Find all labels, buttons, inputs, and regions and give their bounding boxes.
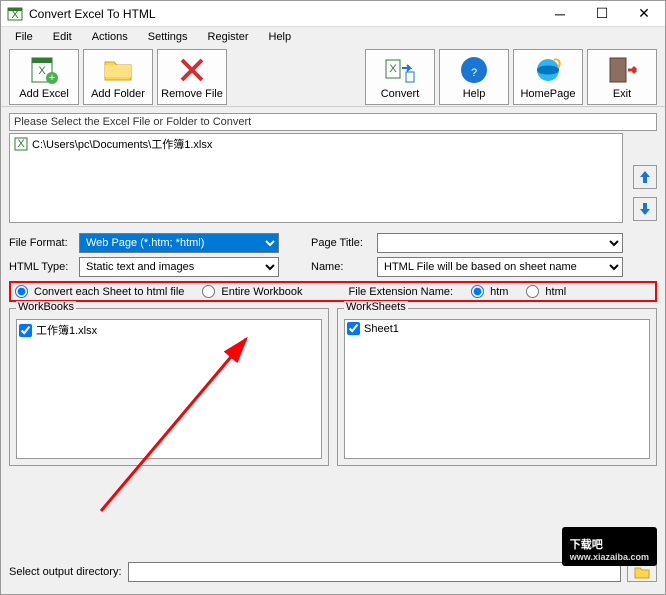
each-sheet-radio[interactable]: Convert each Sheet to html file	[15, 285, 184, 298]
htm-label: htm	[490, 286, 508, 298]
worksheet-checkbox[interactable]	[347, 322, 360, 335]
help-label: Help	[463, 88, 486, 100]
output-dir-row: Select output directory:	[9, 562, 657, 582]
htm-radio[interactable]: htm	[471, 285, 508, 298]
homepage-label: HomePage	[520, 88, 575, 100]
workbook-checkbox[interactable]	[19, 324, 32, 337]
page-title-label: Page Title:	[311, 237, 371, 249]
file-format-select[interactable]: Web Page (*.htm; *html)	[79, 233, 279, 253]
file-row[interactable]: X C:\Users\pc\Documents\工作簿1.xlsx	[10, 134, 622, 154]
svg-text:X: X	[17, 138, 25, 150]
name-select[interactable]: HTML File will be based on sheet name	[377, 257, 623, 277]
html-type-label: HTML Type:	[9, 261, 73, 273]
instruction-label: Please Select the Excel File or Folder t…	[9, 113, 657, 131]
menu-actions[interactable]: Actions	[84, 29, 136, 45]
watermark-main: 下载吧	[570, 539, 603, 551]
worksheets-title: WorkSheets	[344, 301, 408, 313]
worksheets-group: WorkSheets Sheet1	[337, 308, 657, 466]
add-folder-button[interactable]: Add Folder	[83, 49, 153, 105]
workbooks-group: WorkBooks 工作簿1.xlsx	[9, 308, 329, 466]
output-dir-input[interactable]	[128, 562, 621, 582]
watermark-sub: www.xiazaiba.com	[570, 552, 649, 562]
move-up-button[interactable]	[633, 165, 657, 189]
entire-workbook-radio[interactable]: Entire Workbook	[202, 285, 302, 298]
svg-text:?: ?	[471, 67, 477, 79]
exit-label: Exit	[613, 88, 631, 100]
excel-plus-icon: X+	[28, 54, 60, 86]
options-row-highlight: Convert each Sheet to html file Entire W…	[9, 281, 657, 302]
page-title-select[interactable]	[377, 233, 623, 253]
workbook-item[interactable]: 工作簿1.xlsx	[19, 322, 319, 338]
svg-text:+: +	[49, 72, 55, 84]
menu-help[interactable]: Help	[261, 29, 300, 45]
minimize-button[interactable]: ─	[539, 1, 581, 27]
remove-file-button[interactable]: Remove File	[157, 49, 227, 105]
svg-text:X: X	[389, 63, 397, 75]
worksheets-list[interactable]: Sheet1	[344, 319, 650, 459]
close-button[interactable]: ✕	[623, 1, 665, 27]
titlebar: X Convert Excel To HTML ─ ☐ ✕	[1, 1, 665, 27]
homepage-button[interactable]: HomePage	[513, 49, 583, 105]
menu-settings[interactable]: Settings	[140, 29, 196, 45]
workbook-name: 工作簿1.xlsx	[36, 322, 97, 338]
remove-x-icon	[176, 54, 208, 86]
convert-icon: X	[384, 54, 416, 86]
watermark: 下载吧 www.xiazaiba.com	[562, 527, 657, 566]
add-excel-button[interactable]: X+ Add Excel	[9, 49, 79, 105]
workbooks-title: WorkBooks	[16, 301, 76, 313]
file-format-label: File Format:	[9, 237, 73, 249]
remove-file-label: Remove File	[161, 88, 223, 100]
html-radio[interactable]: html	[526, 285, 566, 298]
output-dir-label: Select output directory:	[9, 566, 122, 578]
each-sheet-label: Convert each Sheet to html file	[34, 286, 184, 298]
excel-file-icon: X	[14, 137, 28, 151]
help-button[interactable]: ? Help	[439, 49, 509, 105]
svg-text:X: X	[11, 9, 19, 21]
menubar: File Edit Actions Settings Register Help	[1, 27, 665, 47]
folder-icon	[102, 54, 134, 86]
html-label: html	[545, 286, 566, 298]
add-excel-label: Add Excel	[19, 88, 69, 100]
ie-icon	[532, 54, 564, 86]
svg-text:X: X	[38, 65, 46, 77]
worksheet-item[interactable]: Sheet1	[347, 322, 647, 335]
menu-register[interactable]: Register	[200, 29, 257, 45]
convert-label: Convert	[381, 88, 420, 100]
workbooks-list[interactable]: 工作簿1.xlsx	[16, 319, 322, 459]
file-ext-label: File Extension Name:	[349, 286, 454, 298]
menu-edit[interactable]: Edit	[45, 29, 80, 45]
move-down-button[interactable]	[633, 197, 657, 221]
file-path-text: C:\Users\pc\Documents\工作簿1.xlsx	[32, 136, 212, 152]
exit-button[interactable]: Exit	[587, 49, 657, 105]
html-type-select[interactable]: Static text and images	[79, 257, 279, 277]
app-icon: X	[7, 6, 23, 22]
menu-file[interactable]: File	[7, 29, 41, 45]
entire-workbook-label: Entire Workbook	[221, 286, 302, 298]
add-folder-label: Add Folder	[91, 88, 145, 100]
exit-icon	[606, 54, 638, 86]
help-icon: ?	[458, 54, 490, 86]
app-window: X Convert Excel To HTML ─ ☐ ✕ File Edit …	[0, 0, 666, 595]
name-label: Name:	[311, 261, 371, 273]
toolbar: X+ Add Excel Add Folder Remove File X Co…	[1, 47, 665, 107]
window-title: Convert Excel To HTML	[29, 7, 539, 21]
worksheet-name: Sheet1	[364, 323, 399, 335]
maximize-button[interactable]: ☐	[581, 1, 623, 27]
file-list[interactable]: X C:\Users\pc\Documents\工作簿1.xlsx	[9, 133, 623, 223]
convert-button[interactable]: X Convert	[365, 49, 435, 105]
